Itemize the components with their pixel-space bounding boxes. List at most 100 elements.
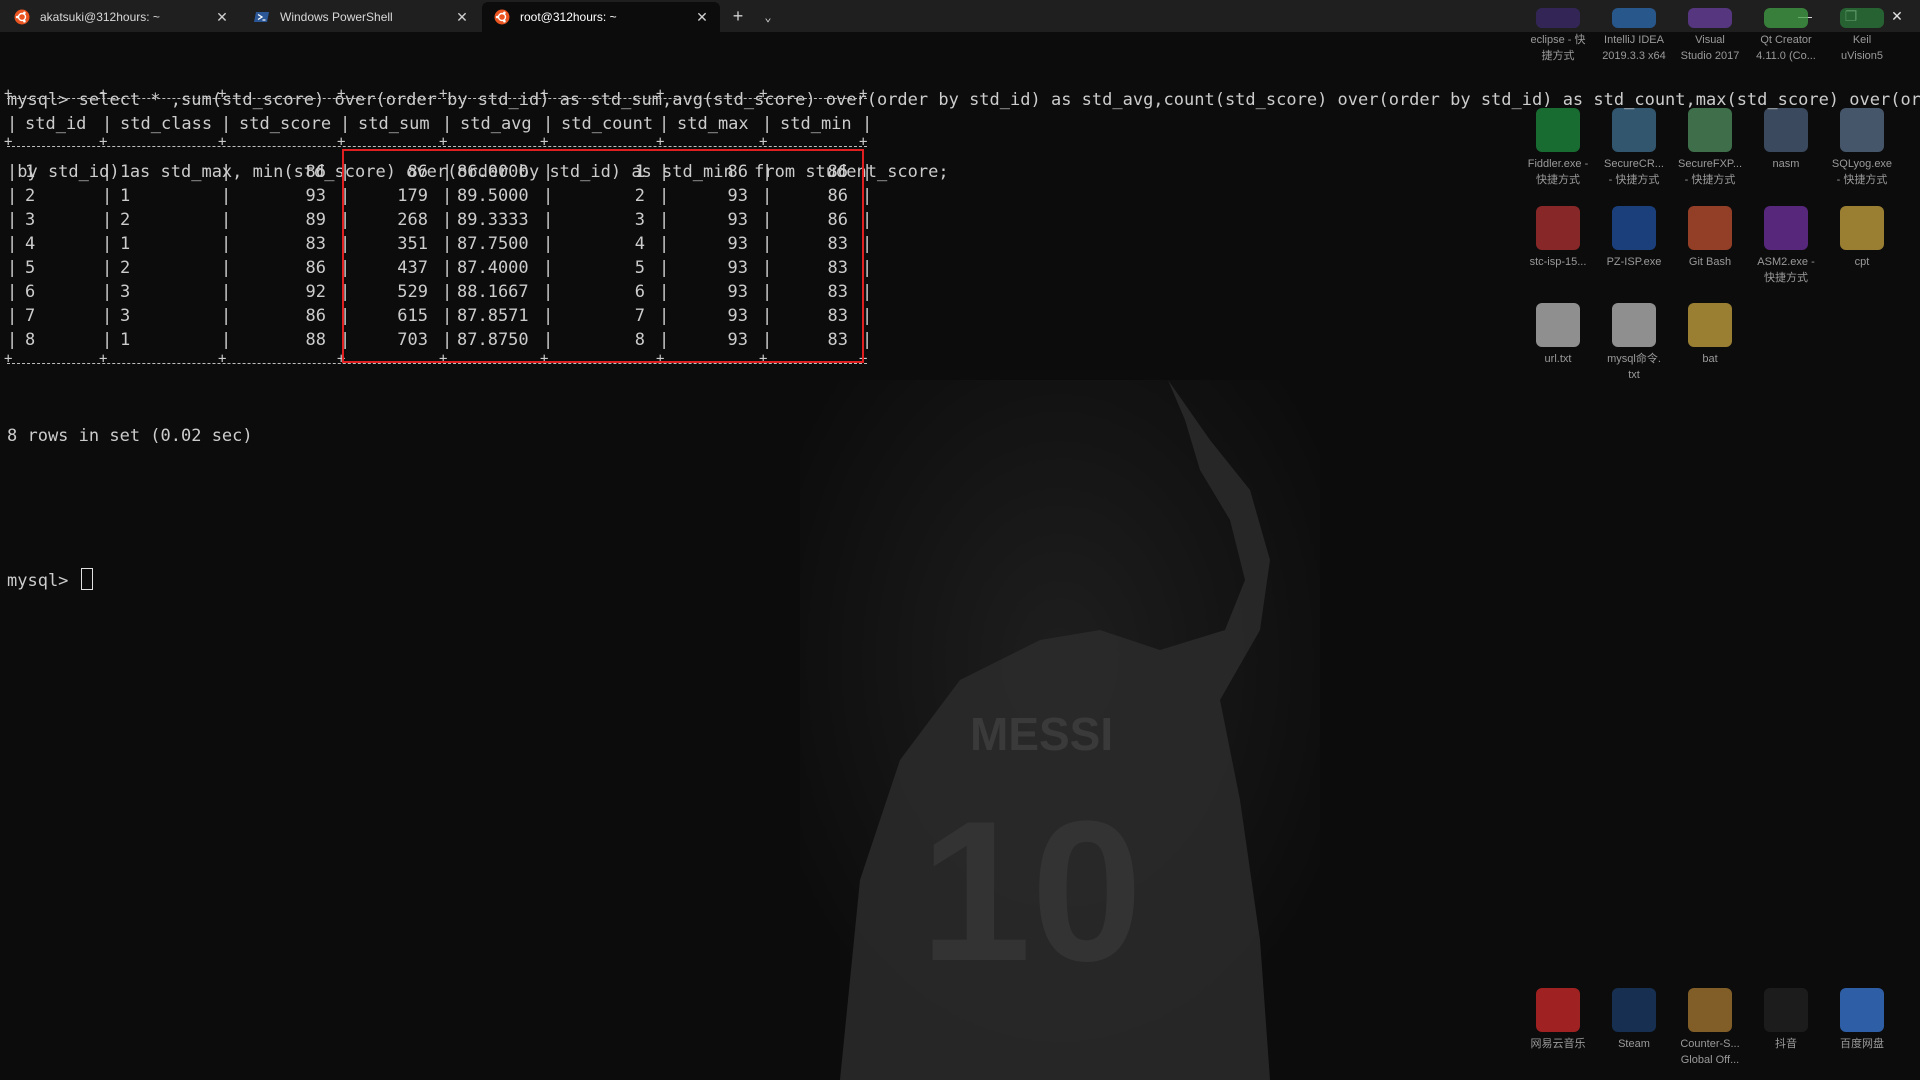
desktop-shortcut[interactable]: 百度网盘 [1824,988,1900,1052]
desktop-shortcut[interactable]: url.txt [1520,303,1596,367]
tab-root[interactable]: root@312hours: ~ ✕ [482,2,720,32]
close-icon[interactable]: ✕ [214,9,230,26]
table-cell: 88 [305,330,326,350]
desktop-shortcut[interactable]: ASM2.exe - 快捷方式 [1748,206,1824,286]
desktop-shortcut[interactable]: PZ-ISP.exe [1596,206,1672,270]
table-cell: 86 [305,306,326,326]
column-separator: | [659,114,670,134]
table-cell: 1 [120,330,131,350]
column-separator: | [102,114,113,134]
table-cell: 1 [120,186,131,206]
desktop-shortcut-label: 百度网盘 [1840,1038,1884,1050]
column-separator: | [102,162,113,182]
column-separator: | [102,210,113,230]
ubuntu-icon [14,9,30,25]
desktop-shortcut[interactable]: Counter-S... Global Off... [1672,988,1748,1068]
column-separator: | [7,330,18,350]
csgo-icon [1688,988,1732,1032]
desktop-shortcut-label: 抖音 [1775,1038,1797,1050]
asm2-icon [1764,206,1808,250]
column-separator: | [221,186,232,206]
qt-creator-icon [1764,8,1808,28]
folder-icon [1688,303,1732,347]
desktop-shortcut-label: stc-isp-15... [1529,256,1587,268]
desktop-shortcut-label: cpt [1854,256,1870,268]
close-icon[interactable]: ✕ [454,9,470,26]
desktop-shortcut[interactable]: 网易云音乐 [1520,988,1596,1052]
desktop-shortcut[interactable]: bat [1672,303,1748,367]
column-header: std_id [25,114,87,134]
table-corner: + [859,86,868,102]
desktop-shortcut-label: Counter-S... Global Off... [1680,1038,1740,1066]
column-header: std_sum [358,114,430,134]
desktop-shortcut-label: bat [1702,353,1718,365]
table-corner: + [439,134,448,150]
table-cell: 86 [305,162,326,182]
tab-powershell[interactable]: Windows PowerShell ✕ [242,2,480,32]
table-corner: + [4,351,13,367]
pz-isp-icon [1612,206,1656,250]
table-cell: 1 [120,162,131,182]
column-separator: | [102,186,113,206]
close-icon[interactable]: ✕ [694,9,710,26]
table-cell: 3 [120,306,131,326]
folder-icon [1840,206,1884,250]
table-cell: 6 [25,282,36,302]
table-corner: + [439,86,448,102]
chevron-down-icon[interactable]: ⌄ [756,2,780,32]
table-cell: 2 [120,210,131,230]
desktop-shortcut[interactable]: 抖音 [1748,988,1824,1052]
steam-icon [1612,988,1656,1032]
desktop-shortcut-label: url.txt [1544,353,1572,365]
text-file-icon [1536,303,1580,347]
svg-text:10: 10 [920,780,1142,1003]
tab-label: akatsuki@312hours: ~ [40,10,160,24]
column-separator: | [221,330,232,350]
svg-text:MESSI: MESSI [970,708,1113,760]
column-separator: | [7,210,18,230]
keil-icon [1840,8,1884,28]
column-separator: | [7,258,18,278]
stc-isp-icon [1536,206,1580,250]
table-corner: + [656,86,665,102]
table-cell: 3 [120,282,131,302]
column-separator: | [102,330,113,350]
desktop-shortcut[interactable]: mysql命令. txt [1596,303,1672,383]
table-corner: + [759,86,768,102]
new-tab-button[interactable]: + [720,2,756,32]
mysql-prompt-line[interactable]: mysql> [7,568,1920,592]
column-separator: | [7,114,18,134]
mysql-prompt: mysql> [7,571,79,591]
column-separator: | [7,162,18,182]
douyin-icon [1764,988,1808,1032]
baidu-netdisk-icon [1840,988,1884,1032]
desktop-shortcut[interactable]: Steam [1596,988,1672,1052]
ubuntu-icon [494,9,510,25]
desktop-shortcut[interactable]: stc-isp-15... [1520,206,1596,270]
table-corner: + [540,134,549,150]
column-separator: | [102,258,113,278]
column-separator: | [221,282,232,302]
column-separator: | [7,234,18,254]
column-separator: | [221,114,232,134]
column-separator: | [7,306,18,326]
column-separator: | [102,234,113,254]
table-cell: 86 [305,258,326,278]
column-separator: | [7,282,18,302]
table-cell: 5 [25,258,36,278]
desktop-shortcut-label: 网易云音乐 [1530,1038,1586,1050]
table-cell: 93 [305,186,326,206]
table-corner: + [99,86,108,102]
tab-label: Windows PowerShell [280,10,393,24]
visual-studio-icon [1688,8,1732,28]
table-corner: + [218,86,227,102]
desktop-shortcut-label: Git Bash [1688,256,1732,268]
column-separator: | [221,306,232,326]
column-header: std_class [120,114,213,134]
tab-akatsuki[interactable]: akatsuki@312hours: ~ ✕ [2,2,240,32]
table-cell: 2 [25,186,36,206]
desktop-shortcut[interactable]: cpt [1824,206,1900,270]
table-cell: 92 [305,282,326,302]
desktop-shortcut-label: ASM2.exe - 快捷方式 [1757,256,1815,284]
desktop-shortcut[interactable]: Git Bash [1672,206,1748,270]
